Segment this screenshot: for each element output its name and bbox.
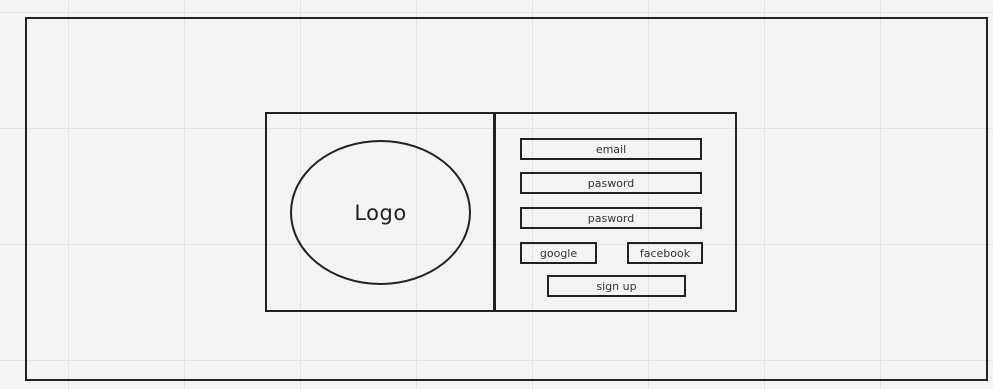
facebook-button[interactable]: facebook bbox=[627, 242, 703, 264]
signup-button[interactable]: sign up bbox=[547, 275, 686, 297]
confirm-password-field[interactable]: pasword bbox=[520, 207, 702, 229]
email-field[interactable]: email bbox=[520, 138, 702, 160]
logo-label: Logo bbox=[354, 200, 407, 225]
google-button[interactable]: google bbox=[520, 242, 597, 264]
logo-placeholder: Logo bbox=[290, 140, 471, 285]
password-field[interactable]: pasword bbox=[520, 172, 702, 194]
card-divider bbox=[493, 112, 496, 312]
